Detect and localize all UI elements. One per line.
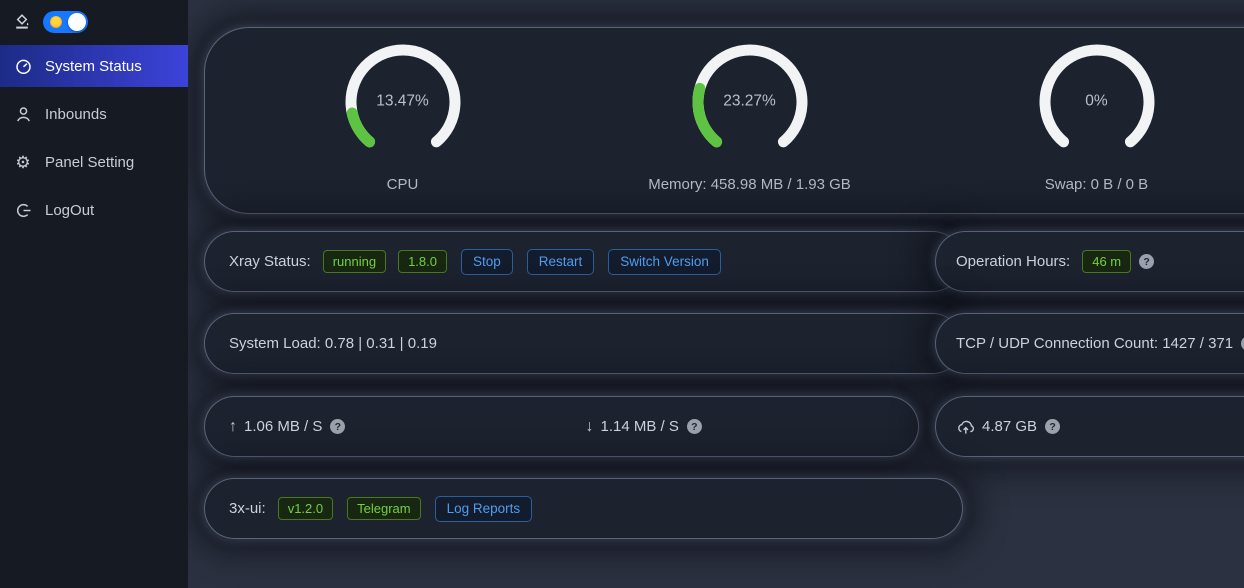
- sidebar-theme-row: [0, 0, 188, 37]
- gear-icon: ⚙: [14, 154, 32, 171]
- operation-hours-label: Operation Hours:: [956, 253, 1070, 270]
- cpu-percent: 13.47%: [343, 93, 463, 111]
- xray-status-label: Xray Status:: [229, 253, 311, 270]
- theme-toggle-switch[interactable]: [43, 11, 88, 33]
- connection-count-card: TCP / UDP Connection Count: 1427 / 371 ?: [936, 314, 1244, 373]
- question-icon[interactable]: ?: [687, 419, 702, 434]
- xray-status-card: Xray Status: running 1.8.0 Stop Restart …: [205, 232, 962, 291]
- question-icon[interactable]: ?: [330, 419, 345, 434]
- cpu-label: CPU: [387, 176, 419, 193]
- download-speed-text: 1.14 MB / S: [601, 418, 679, 435]
- question-icon[interactable]: ?: [1139, 254, 1154, 269]
- bg-colors-icon: [13, 13, 31, 31]
- system-load-card: System Load: 0.78 | 0.31 | 0.19: [205, 314, 962, 373]
- logout-icon: [14, 202, 32, 219]
- xray-version-tag: 1.8.0: [398, 250, 447, 273]
- dashboard-icon: [14, 58, 32, 75]
- question-icon[interactable]: ?: [1045, 419, 1060, 434]
- switch-version-button[interactable]: Switch Version: [608, 249, 721, 275]
- sidebar-item-panel-setting[interactable]: ⚙ Panel Setting: [0, 141, 188, 183]
- system-gauges-card: 13.47% CPU 23.27% Memory: 458.98 MB / 1.…: [205, 28, 1244, 213]
- download-speed-group: ↓ 1.14 MB / S ?: [562, 418, 919, 436]
- arrow-up-icon: ↑: [229, 418, 237, 436]
- operation-hours-tag: 46 m: [1082, 250, 1131, 273]
- sidebar-item-system-status[interactable]: System Status: [0, 45, 188, 87]
- sidebar-item-inbounds[interactable]: Inbounds: [0, 93, 188, 135]
- sidebar-item-label: LogOut: [45, 202, 94, 219]
- app-version-card: 3x-ui: v1.2.0 Telegram Log Reports: [205, 479, 962, 538]
- memory-percent: 23.27%: [690, 93, 810, 111]
- total-traffic-card: 4.87 GB ?: [936, 397, 1244, 456]
- sidebar: System Status Inbounds ⚙ Panel Setting: [0, 0, 188, 588]
- upload-speed-text: 1.06 MB / S: [244, 418, 322, 435]
- telegram-button[interactable]: Telegram: [347, 497, 420, 520]
- cloud-upload-icon: [956, 419, 975, 435]
- log-reports-button[interactable]: Log Reports: [435, 496, 533, 522]
- sidebar-item-label: Inbounds: [45, 106, 107, 123]
- gauge-memory: 23.27% Memory: 458.98 MB / 1.93 GB: [576, 28, 923, 213]
- network-speed-card: ↑ 1.06 MB / S ? ↓ 1.14 MB / S ?: [205, 397, 918, 456]
- xray-running-tag: running: [323, 250, 386, 273]
- gauge-cpu: 13.47% CPU: [229, 28, 576, 213]
- system-load-text: System Load: 0.78 | 0.31 | 0.19: [229, 335, 437, 352]
- main-content: 13.47% CPU 23.27% Memory: 458.98 MB / 1.…: [188, 0, 1244, 588]
- arrow-down-icon: ↓: [586, 418, 594, 436]
- user-icon: [14, 106, 32, 123]
- app-version-tag: v1.2.0: [278, 497, 333, 520]
- restart-button[interactable]: Restart: [527, 249, 595, 275]
- operation-hours-card: Operation Hours: 46 m ?: [936, 232, 1244, 291]
- stop-button[interactable]: Stop: [461, 249, 513, 275]
- upload-speed-group: ↑ 1.06 MB / S ?: [205, 418, 562, 436]
- sun-icon: [50, 16, 62, 28]
- gauge-swap: 0% Swap: 0 B / 0 B: [923, 28, 1244, 213]
- total-traffic-text: 4.87 GB: [982, 418, 1037, 435]
- swap-percent: 0%: [1037, 93, 1157, 111]
- connection-count-text: TCP / UDP Connection Count: 1427 / 371: [956, 335, 1233, 352]
- switch-knob: [68, 13, 86, 31]
- sidebar-item-label: System Status: [45, 58, 142, 75]
- sidebar-item-label: Panel Setting: [45, 154, 134, 171]
- app-label: 3x-ui:: [229, 500, 266, 517]
- swap-label: Swap: 0 B / 0 B: [1045, 176, 1148, 193]
- memory-label: Memory: 458.98 MB / 1.93 GB: [648, 176, 851, 193]
- sidebar-menu: System Status Inbounds ⚙ Panel Setting: [0, 45, 188, 231]
- sidebar-item-logout[interactable]: LogOut: [0, 189, 188, 231]
